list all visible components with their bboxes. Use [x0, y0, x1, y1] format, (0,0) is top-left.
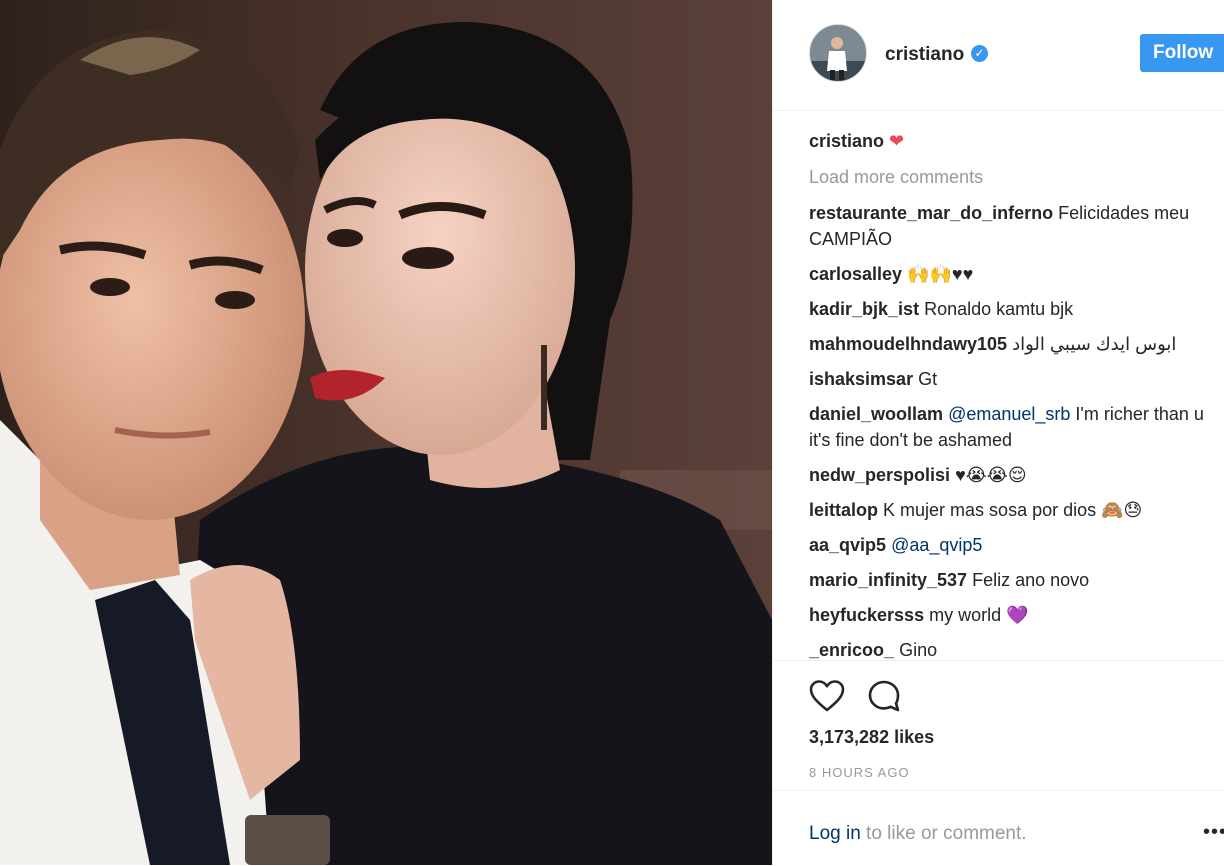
heart-outline-icon[interactable]	[809, 679, 845, 713]
comment-item: daniel_woollam @emanuel_srb I'm richer t…	[809, 401, 1209, 453]
username-link[interactable]: cristiano	[885, 44, 964, 66]
login-prompt: Log in to like or comment. •••	[773, 790, 1224, 866]
comment-text: Gt	[918, 369, 938, 389]
comment-author[interactable]: kadir_bjk_ist	[809, 299, 919, 319]
likes-count[interactable]: 3,173,282 likes	[809, 727, 934, 748]
post-timestamp: 8 HOURS AGO	[809, 765, 910, 780]
comment-author[interactable]: mario_infinity_537	[809, 570, 967, 590]
heart-emoji: ❤	[889, 131, 905, 151]
comment-item: _enricoo_ Gino	[809, 637, 1209, 660]
avatar[interactable]	[809, 24, 867, 82]
comment-author[interactable]: restaurante_mar_do_inferno	[809, 203, 1053, 223]
post-photo	[0, 0, 772, 865]
load-more-comments-link[interactable]: Load more comments	[809, 164, 1209, 190]
comment-text: ابوس ايدك سيبي الواد	[1012, 334, 1177, 354]
comment-item: mahmoudelhndawy105 ابوس ايدك سيبي الواد	[809, 331, 1209, 357]
comment-text: K mujer mas sosa por dios 🙈😓	[883, 500, 1143, 520]
comment-item: restaurante_mar_do_inferno Felicidades m…	[809, 200, 1209, 252]
verified-badge-icon: ✓	[971, 45, 988, 62]
login-prompt-text: Log in to like or comment.	[809, 823, 1027, 845]
comment-item: nedw_perspolisi ♥😭😭😌	[809, 462, 1209, 488]
comment-author[interactable]: leittalop	[809, 500, 878, 520]
comment-item: aa_qvip5 @aa_qvip5	[809, 532, 1209, 558]
ellipsis-icon[interactable]: •••	[1203, 821, 1224, 844]
comment-item: kadir_bjk_ist Ronaldo kamtu bjk	[809, 296, 1209, 322]
post-actions: 3,173,282 likes 8 HOURS AGO	[773, 660, 1224, 791]
comment-author[interactable]: daniel_woollam	[809, 404, 943, 424]
comment-text: my world	[929, 605, 1002, 625]
comment-author[interactable]: aa_qvip5	[809, 535, 886, 555]
post-header: cristiano ✓ Follow	[773, 0, 1224, 111]
comment-item: mario_infinity_537 Feliz ano novo	[809, 567, 1209, 593]
comment-text: 🙌🙌♥♥	[907, 264, 974, 284]
comment-item: ishaksimsar Gt	[809, 366, 1209, 392]
comment-author[interactable]: ishaksimsar	[809, 369, 913, 389]
comment-text: Ronaldo kamtu bjk	[924, 299, 1074, 319]
comment-author[interactable]: _enricoo_	[809, 640, 894, 660]
comment-item: carlosalley 🙌🙌♥♥	[809, 261, 1209, 287]
comment-author[interactable]: mahmoudelhndawy105	[809, 334, 1007, 354]
login-prompt-rest: to like or comment.	[860, 823, 1027, 844]
comment-item: leittalop K mujer mas sosa por dios 🙈😓	[809, 497, 1209, 523]
follow-button[interactable]: Follow	[1140, 34, 1224, 72]
comment-text: ♥😭😭😌	[955, 465, 1027, 485]
comment-author[interactable]: nedw_perspolisi	[809, 465, 950, 485]
caption-author[interactable]: cristiano	[809, 131, 884, 151]
comment-mention-link[interactable]: @emanuel_srb	[948, 404, 1070, 424]
comments-list[interactable]: cristiano ❤ Load more comments restauran…	[809, 128, 1209, 660]
login-link[interactable]: Log in	[809, 823, 861, 844]
comment-text: Feliz ano novo	[972, 570, 1090, 590]
comment-mention-link[interactable]: @aa_qvip5	[891, 535, 982, 555]
comment-text: Gino	[899, 640, 938, 660]
speech-bubble-icon[interactable]	[867, 679, 901, 713]
comment-item: heyfuckersss my world 💜	[809, 602, 1209, 628]
comment-author[interactable]: heyfuckersss	[809, 605, 924, 625]
comment-author[interactable]: carlosalley	[809, 264, 902, 284]
post-side-panel: cristiano ✓ Follow cristiano ❤ Load more…	[772, 0, 1224, 865]
purple-heart-emoji: 💜	[1006, 605, 1029, 625]
caption: cristiano ❤	[809, 128, 1209, 154]
